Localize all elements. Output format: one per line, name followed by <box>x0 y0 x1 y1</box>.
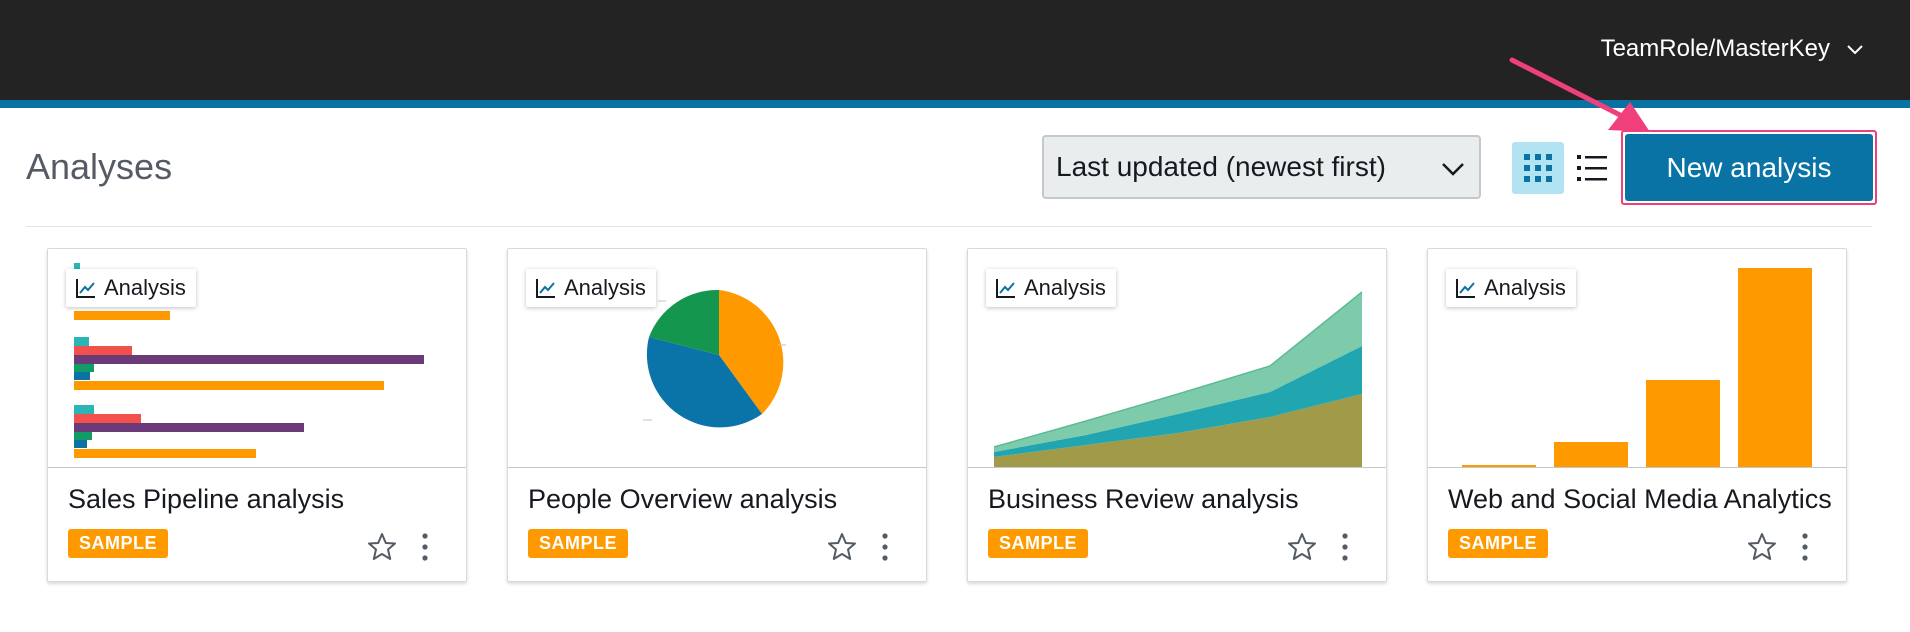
header-divider <box>26 226 1872 227</box>
card-title[interactable]: People Overview analysis <box>528 484 913 515</box>
card-title[interactable]: Sales Pipeline analysis <box>68 484 453 515</box>
more-options-icon[interactable] <box>880 532 890 562</box>
analysis-type-badge: Analysis <box>66 269 196 307</box>
line-chart-icon <box>996 279 1015 298</box>
analysis-type-label: Analysis <box>1484 275 1566 300</box>
more-options-icon[interactable] <box>1800 532 1810 562</box>
analysis-type-label: Analysis <box>104 275 186 300</box>
card-thumbnail: Analysis <box>968 249 1386 468</box>
favorite-star-icon[interactable] <box>1287 532 1317 562</box>
card-thumbnail: Analysis <box>48 249 466 468</box>
analysis-type-badge: Analysis <box>526 269 656 307</box>
grid-view-icon <box>1524 154 1552 182</box>
line-chart-icon <box>76 279 95 298</box>
analysis-card[interactable]: Analysis Sales Pipeline analysis SAMPLE <box>47 248 467 582</box>
analysis-type-badge: Analysis <box>986 269 1116 307</box>
line-chart-icon <box>1456 279 1475 298</box>
new-analysis-button[interactable]: New analysis <box>1625 134 1873 201</box>
card-thumbnail: Analysis <box>508 249 926 468</box>
more-options-icon[interactable] <box>420 532 430 562</box>
list-view-icon <box>1577 155 1607 181</box>
favorite-star-icon[interactable] <box>367 532 397 562</box>
list-view-toggle[interactable] <box>1572 142 1612 194</box>
analysis-card[interactable]: Analysis People Overview analysis SAMPLE <box>507 248 927 582</box>
sample-badge: SAMPLE <box>68 529 169 558</box>
analysis-card[interactable]: Analysis Business Review analysis SAMPLE <box>967 248 1387 582</box>
sort-dropdown-value: Last updated (newest first) <box>1056 151 1386 182</box>
page-title: Analyses <box>26 146 173 187</box>
analysis-type-label: Analysis <box>564 275 646 300</box>
sample-badge: SAMPLE <box>988 529 1089 558</box>
more-options-icon[interactable] <box>1340 532 1350 562</box>
analysis-type-badge: Analysis <box>1446 269 1576 307</box>
sample-badge: SAMPLE <box>1448 529 1549 558</box>
analysis-card[interactable]: Analysis Web and Social Media Analytics … <box>1427 248 1847 582</box>
favorite-star-icon[interactable] <box>827 532 857 562</box>
line-chart-icon <box>536 279 555 298</box>
card-title[interactable]: Business Review analysis <box>988 484 1373 515</box>
favorite-star-icon[interactable] <box>1747 532 1777 562</box>
card-thumbnail: Analysis <box>1428 249 1846 468</box>
grid-view-toggle[interactable] <box>1512 142 1564 194</box>
annotation-arrow <box>1509 57 1650 132</box>
chevron-down-icon <box>1442 163 1464 176</box>
analysis-type-label: Analysis <box>1024 275 1106 300</box>
chevron-down-icon <box>1847 45 1863 55</box>
sample-badge: SAMPLE <box>528 529 629 558</box>
card-title[interactable]: Web and Social Media Analytics <box>1448 484 1833 515</box>
sort-dropdown[interactable]: Last updated (newest first) <box>1042 135 1481 199</box>
